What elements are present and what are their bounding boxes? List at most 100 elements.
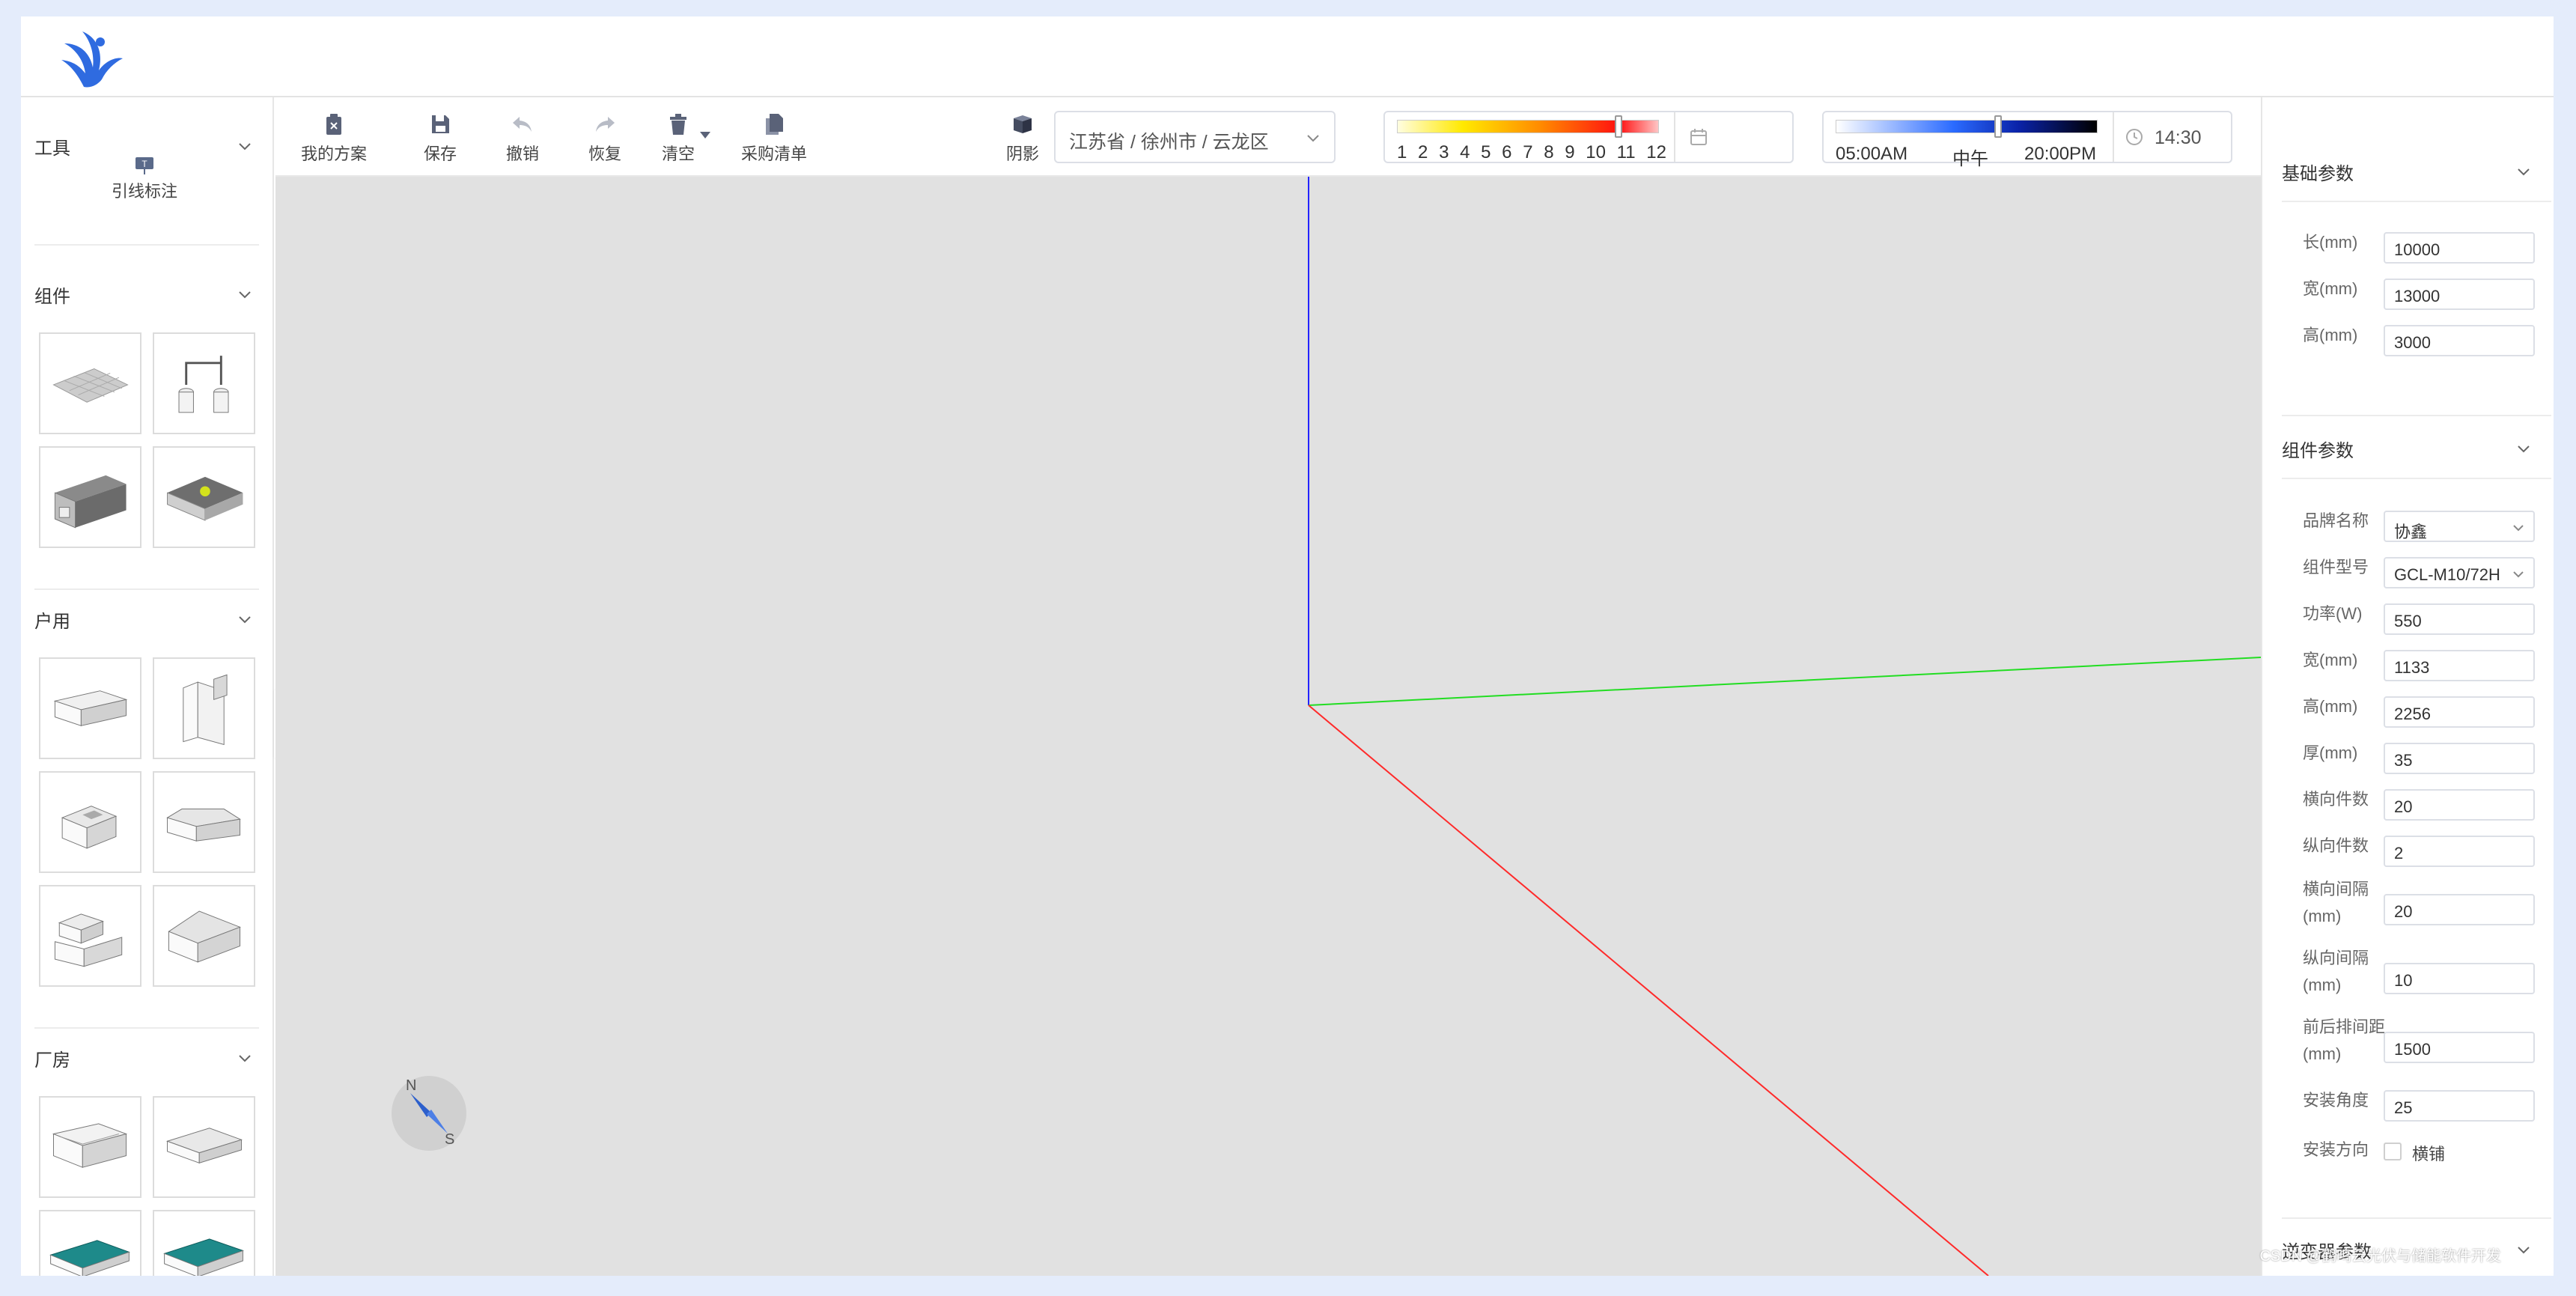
month-tick: 7 — [1523, 142, 1533, 162]
time-slider-track[interactable] — [1836, 120, 2098, 133]
purchase-list-label: 采购清单 — [741, 144, 808, 163]
time-value[interactable]: 14:30 — [2155, 127, 2202, 149]
chevron-down-icon — [2518, 1247, 2530, 1254]
month-slider-handle[interactable] — [1614, 115, 1622, 138]
section-tools-title: 工具 — [34, 139, 70, 159]
tile-l-shaped-house[interactable] — [153, 657, 255, 759]
module-params-header[interactable]: 组件参数 — [2282, 436, 2544, 466]
divider — [2282, 1217, 2551, 1219]
tile-inverter-cylinders[interactable] — [153, 332, 255, 434]
tile-courtyard-house[interactable] — [39, 771, 141, 873]
watermark-text: CSDN @鹤鸣云光伏与储能软件开发 — [2259, 1248, 2501, 1265]
section-residential-header[interactable]: 户用 — [34, 606, 259, 636]
time-end-label: 20:00PM — [2024, 144, 2097, 164]
tile-stepped-house[interactable] — [39, 885, 141, 987]
tile-combiner-box[interactable] — [153, 446, 255, 548]
time-slider-box: 05:00AM 中午 20:00PM 14:30 — [1822, 111, 2232, 169]
module-height-input[interactable]: 2256 — [2384, 696, 2535, 728]
location-select[interactable]: 江苏省 / 徐州市 / 云龙区 — [1054, 111, 1336, 163]
basic-params-header[interactable]: 基础参数 — [2282, 159, 2544, 189]
power-input[interactable]: 550 — [2384, 603, 2535, 635]
time-mid-label: 中午 — [1952, 149, 1988, 169]
install-direction-label: 安装方向 — [2303, 1140, 2369, 1159]
tile-factory-solar-a[interactable] — [39, 1210, 141, 1276]
factory-parapet-icon — [52, 1123, 128, 1168]
my-plans-button[interactable]: 我的方案 — [301, 112, 367, 165]
install-angle-label: 安装角度 — [2303, 1091, 2369, 1110]
tile-flat-roof-house[interactable] — [39, 657, 141, 759]
clear-button[interactable]: 清空 — [662, 112, 695, 165]
length-input[interactable]: 10000 — [2384, 232, 2535, 264]
model-select[interactable]: GCL-M10/72H — [2384, 557, 2535, 588]
svg-text:T: T — [141, 159, 147, 169]
leader-annotation-button[interactable]: T 引线标注 — [96, 156, 193, 208]
module-width-label: 宽(mm) — [2303, 651, 2358, 669]
undo-button[interactable]: 撤销 — [506, 112, 539, 165]
stepped-house-icon — [54, 913, 123, 967]
redo-label: 恢复 — [588, 144, 622, 163]
brand-select[interactable]: 协鑫 — [2384, 511, 2535, 542]
vertical-count-input[interactable]: 2 — [2384, 836, 2535, 867]
month-tick: 4 — [1460, 142, 1470, 162]
inverter-cylinders-icon — [178, 356, 229, 413]
divider — [2282, 201, 2551, 202]
height-input[interactable]: 3000 — [2384, 325, 2535, 356]
chevron-down-icon — [2513, 525, 2524, 532]
tile-factory-flat[interactable] — [153, 1096, 255, 1198]
row-distance-input[interactable]: 1500 — [2384, 1032, 2535, 1063]
section-residential-title: 户用 — [34, 612, 70, 632]
month-tick: 5 — [1481, 142, 1491, 162]
factory-flat-icon — [165, 1128, 243, 1164]
chevron-down-icon — [239, 143, 251, 150]
horizontal-gap-input[interactable]: 20 — [2384, 894, 2535, 925]
save-icon — [432, 115, 449, 133]
time-start-label: 05:00AM — [1836, 144, 1908, 164]
purchase-list-button[interactable]: 采购清单 — [741, 112, 807, 165]
horizontal-count-input[interactable]: 20 — [2384, 789, 2535, 821]
3d-viewport[interactable] — [275, 177, 2261, 1276]
shadow-button[interactable]: 阴影 — [1006, 112, 1039, 165]
horizontal-gap-unit: (mm) — [2303, 907, 2342, 925]
module-width-input[interactable]: 1133 — [2384, 650, 2535, 681]
tile-gable-house[interactable] — [153, 771, 255, 873]
chevron-down-icon — [2518, 445, 2530, 453]
save-button[interactable]: 保存 — [424, 112, 457, 165]
phoenix-logo-icon — [61, 31, 123, 88]
time-slider-handle[interactable] — [1994, 115, 2002, 138]
month-tick: 6 — [1502, 142, 1512, 162]
section-modules-header[interactable]: 组件 — [34, 282, 259, 311]
horizontal-gap-label-text: 横向间隔 — [2303, 880, 2369, 898]
power-label: 功率(W) — [2303, 604, 2363, 623]
redo-button[interactable]: 恢复 — [588, 112, 621, 165]
brand-label: 品牌名称 — [2303, 511, 2369, 530]
model-value: GCL-M10/72H — [2394, 565, 2500, 584]
clear-dropdown-button[interactable] — [699, 124, 711, 144]
inverter-box-icon — [54, 475, 127, 529]
install-angle-input[interactable]: 25 — [2384, 1090, 2535, 1122]
clear-label: 清空 — [662, 144, 695, 163]
factory-solar-a-icon — [49, 1240, 130, 1276]
divider — [34, 244, 259, 246]
tile-solar-panel-array[interactable] — [39, 332, 141, 434]
landscape-checkbox[interactable] — [2384, 1143, 2402, 1160]
vertical-gap-input[interactable]: 10 — [2384, 963, 2535, 994]
section-factory-header[interactable]: 厂房 — [34, 1045, 259, 1075]
calendar-icon[interactable] — [1689, 127, 1708, 147]
compass-icon[interactable]: N S — [388, 1072, 470, 1154]
thickness-input[interactable]: 35 — [2384, 743, 2535, 774]
width-input[interactable]: 13000 — [2384, 279, 2535, 310]
trash-icon — [670, 114, 686, 135]
divider — [1674, 112, 1675, 162]
tile-factory-parapet[interactable] — [39, 1096, 141, 1198]
tile-hip-roof-house[interactable] — [153, 885, 255, 987]
top-bar — [21, 16, 2554, 97]
section-factory-title: 厂房 — [34, 1050, 70, 1071]
chevron-down-icon — [2513, 571, 2524, 578]
solar-panel-array-icon — [52, 368, 129, 403]
tile-factory-solar-b[interactable] — [153, 1210, 255, 1276]
chevron-down-icon — [239, 1055, 251, 1062]
tile-inverter-box[interactable] — [39, 446, 141, 548]
my-plans-label: 我的方案 — [301, 144, 368, 163]
location-value: 江苏省 / 徐州市 / 云龙区 — [1069, 132, 1269, 153]
chevron-down-icon — [239, 616, 251, 624]
